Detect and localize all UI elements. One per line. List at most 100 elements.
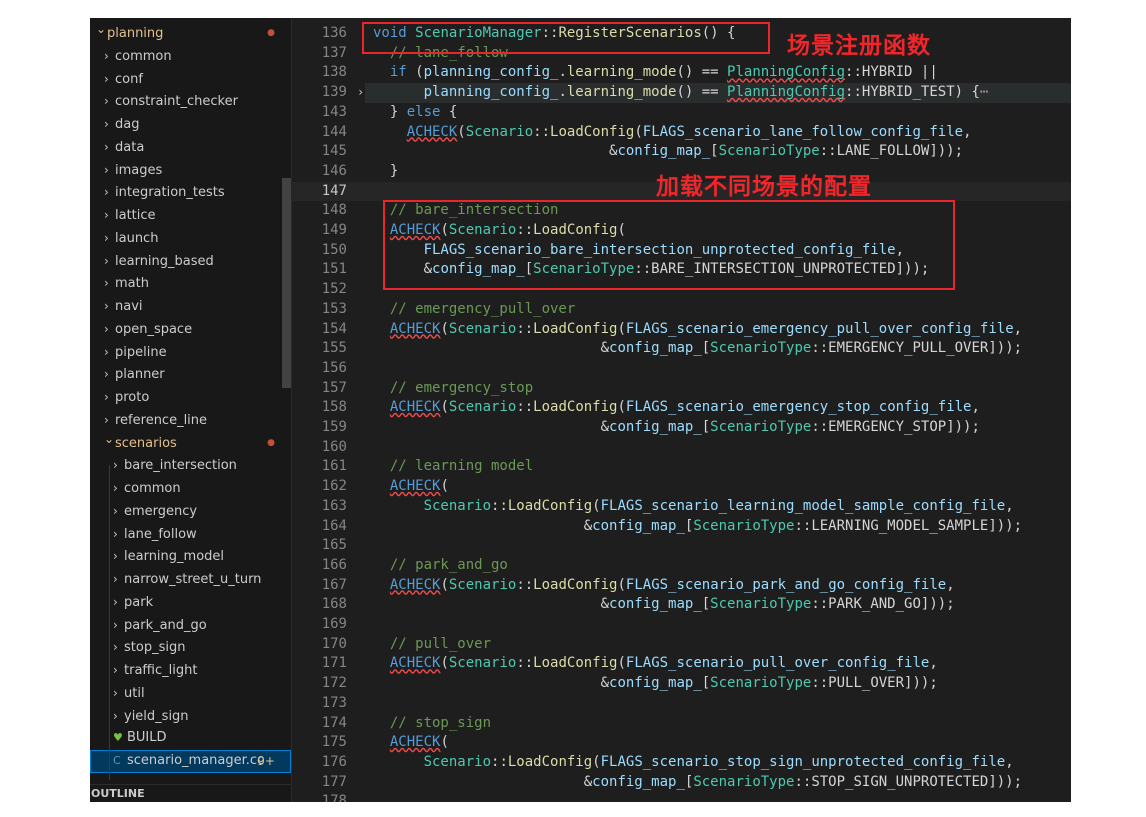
- modified-dot-icon: ●: [267, 437, 275, 448]
- folder-item[interactable]: › math: [90, 272, 291, 295]
- folder-item[interactable]: › images: [90, 159, 291, 182]
- folder-item[interactable]: › lane_follow: [90, 523, 291, 546]
- folder-item[interactable]: › park: [90, 591, 291, 614]
- line-number: 150: [321, 241, 347, 258]
- tree-item-label: pipeline: [115, 344, 167, 360]
- folder-item[interactable]: › traffic_light: [90, 659, 291, 682]
- folder-item[interactable]: › dag: [90, 113, 291, 136]
- file-item[interactable]: Cscenario_manager.cc 9+: [90, 750, 291, 773]
- folder-item[interactable]: › conf: [90, 68, 291, 91]
- folder-item[interactable]: › integration_tests: [90, 181, 291, 204]
- register-function-highlight-box: [362, 22, 770, 54]
- tree-item-label: math: [115, 276, 149, 292]
- code-line: &config_map_[ScenarioType::EMERGENCY_STO…: [373, 419, 980, 435]
- line-number: 167: [321, 576, 347, 593]
- line-number: 177: [321, 773, 347, 790]
- code-line: ACHECK(Scenario::LoadConfig(FLAGS_scenar…: [389, 320, 1023, 337]
- tree-item-label: learning_based: [115, 253, 214, 269]
- chevron-right-icon: ›: [113, 594, 118, 609]
- folder-item[interactable]: › launch: [90, 227, 291, 250]
- tree-item-label: dag: [115, 117, 140, 132]
- folder-item[interactable]: › reference_line: [90, 409, 291, 432]
- tree-item-label: images: [115, 162, 163, 178]
- tree-indent-guide: [109, 465, 110, 780]
- folder-item[interactable]: ⌄planning ●: [90, 22, 291, 45]
- fold-chevron-icon[interactable]: ›: [357, 83, 364, 103]
- folder-item[interactable]: › util: [90, 682, 291, 705]
- explorer-sidebar: ⌄planning ● › common › conf › constraint_checke…: [90, 18, 291, 802]
- chevron-right-icon: ›: [104, 276, 109, 291]
- chevron-right-icon: ›: [104, 94, 109, 109]
- code-editor[interactable]: 136 void ScenarioManager::RegisterScenari…: [291, 18, 1071, 802]
- chevron-right-icon: ›: [113, 549, 118, 564]
- tree-item-label: bare_intersection: [124, 458, 237, 474]
- line-number: 149: [321, 222, 347, 238]
- outline-panel-header[interactable]: OUTLINE: [90, 784, 291, 802]
- folder-item[interactable]: › learning_based: [90, 250, 291, 273]
- chevron-right-icon: ›: [104, 162, 109, 177]
- line-number: 136: [321, 25, 347, 41]
- folder-item[interactable]: › park_and_go: [90, 614, 291, 637]
- file-item[interactable]: ♥ BUILD: [90, 727, 291, 750]
- tree-item-label: narrow_street_u_turn: [124, 572, 262, 587]
- line-number: 162: [321, 478, 347, 495]
- chevron-right-icon: ›: [113, 458, 118, 473]
- modified-dot-icon: ●: [267, 28, 275, 38]
- chevron-right-icon: ›: [104, 299, 109, 313]
- code-line: &config_map_[ScenarioType::PARK_AND_GO])…: [373, 596, 955, 613]
- code-line: // emergency_pull_over: [389, 300, 576, 317]
- chevron-right-icon: ›: [104, 344, 109, 359]
- folder-item[interactable]: › learning_model: [90, 545, 291, 568]
- code-line: &config_map_[ScenarioType::PULL_OVER]));: [373, 675, 938, 692]
- folder-item[interactable]: › yield_sign: [90, 705, 291, 728]
- folder-item[interactable]: › open_space: [90, 318, 291, 341]
- tree-item-label: emergency: [124, 503, 198, 519]
- folder-item[interactable]: › bare_intersection: [90, 454, 291, 477]
- line-number: 157: [321, 379, 347, 396]
- code-line: }: [373, 162, 399, 179]
- problems-badge: 9+: [257, 754, 275, 768]
- folder-item[interactable]: › stop_sign: [90, 636, 291, 659]
- folder-item[interactable]: › pipeline: [90, 341, 291, 364]
- tree-item-label: park: [124, 594, 154, 610]
- code-line: ACHECK(Scenario::LoadConfig(FLAGS_scenar…: [389, 655, 938, 672]
- code-line: // learning model: [389, 458, 534, 475]
- line-number: 143: [321, 103, 347, 120]
- chevron-right-icon: ›: [113, 481, 118, 495]
- code-line: // emergency_stop: [389, 379, 534, 396]
- chevron-down-icon: ⌄: [104, 431, 115, 446]
- line-number: 151: [321, 261, 347, 278]
- tree-item-label: navi: [115, 299, 143, 314]
- tree-item-label: BUILD: [127, 730, 167, 746]
- folder-item[interactable]: › lattice: [90, 204, 291, 227]
- chevron-right-icon: ›: [104, 390, 109, 404]
- folder-item[interactable]: › narrow_street_u_turn: [90, 568, 291, 591]
- folder-item[interactable]: › navi: [90, 295, 291, 318]
- line-number: 178: [321, 793, 347, 802]
- code-line: // stop_sign: [389, 714, 492, 731]
- sidebar-scrollbar[interactable]: [282, 178, 291, 388]
- line-number: 163: [321, 497, 347, 514]
- folder-item[interactable]: › planner: [90, 363, 291, 386]
- tree-item-label: common: [124, 481, 181, 496]
- tree-item-label: data: [115, 139, 145, 155]
- line-number: 152: [321, 281, 347, 298]
- line-number: 165: [321, 537, 347, 554]
- code-line: &config_map_[ScenarioType::STOP_SIGN_UNP…: [373, 773, 1023, 790]
- folder-item[interactable]: › emergency: [90, 500, 291, 523]
- folder-item[interactable]: › proto: [90, 386, 291, 409]
- folder-item[interactable]: › constraint_checker: [90, 90, 291, 113]
- line-number: 145: [321, 143, 347, 160]
- folder-item[interactable]: › common: [90, 45, 291, 68]
- folder-item[interactable]: › data: [90, 136, 291, 159]
- tree-item-label: lattice: [115, 208, 156, 223]
- chevron-right-icon: ›: [113, 663, 118, 677]
- code-line: ACHECK(Scenario::LoadConfig(FLAGS_scenar…: [389, 576, 955, 593]
- tree-item-label: open_space: [115, 321, 193, 337]
- folder-item[interactable]: ⌄scenarios ●: [90, 432, 291, 455]
- folder-item[interactable]: › common: [90, 477, 291, 500]
- line-number: 170: [321, 635, 347, 652]
- line-number: 156: [321, 359, 347, 376]
- line-number: 164: [321, 517, 347, 534]
- chevron-right-icon: ›: [113, 617, 118, 632]
